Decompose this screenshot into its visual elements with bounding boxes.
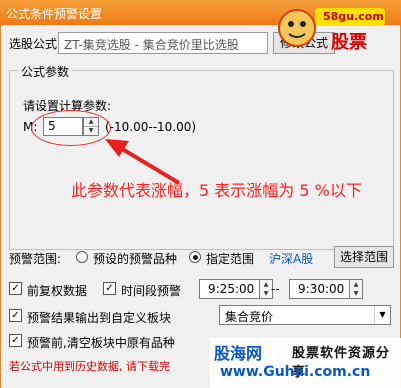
- market-label: 沪深A股: [269, 252, 314, 266]
- window-title: 公式条件预警设置: [6, 7, 103, 21]
- watermark-url: www.Guhai.com.cn: [220, 364, 371, 380]
- radio-custom[interactable]: [189, 251, 201, 263]
- chevron-down-icon[interactable]: ▼: [374, 306, 390, 324]
- export-block-label: 预警结果输出到自定义板块: [27, 311, 172, 325]
- radio-preset-label[interactable]: 预设的预警品种: [93, 250, 177, 267]
- time-window-checkbox[interactable]: ✓: [103, 282, 116, 295]
- param-input[interactable]: 5: [43, 117, 83, 136]
- logo: 58gu.com 股票: [275, 2, 393, 54]
- range-label: 预警范围:: [9, 252, 62, 266]
- export-block-checkbox[interactable]: ✓: [9, 309, 22, 322]
- time-window-label: 时间段预警: [121, 284, 182, 298]
- time-separator: --: [271, 282, 280, 296]
- footer-warning: 若公式中用到历史数据, 请下载完: [9, 360, 170, 373]
- select-range-button[interactable]: 选择范围: [334, 246, 394, 268]
- watermark-brand: 股海网: [214, 344, 263, 363]
- spin-up-icon[interactable]: ▲: [84, 118, 98, 127]
- watermark: 股海网 股票软件资源分享 www.Guhai.com.cn: [210, 338, 401, 388]
- time-end-spinner[interactable]: ▲ ▼: [349, 279, 363, 299]
- block-select-value: 集合竞价: [225, 310, 274, 324]
- clear-block-label: 预警前,清空板块中原有品种: [27, 336, 175, 350]
- block-select[interactable]: 集合竞价 ▼: [219, 305, 391, 325]
- radio-preset[interactable]: [76, 251, 88, 263]
- param-range: (-10.00--10.00): [105, 120, 197, 134]
- radio-custom-label[interactable]: 指定范围: [206, 250, 254, 267]
- param-group-title: 公式参数: [18, 63, 73, 80]
- logo-site: 58gu.com: [323, 10, 384, 23]
- formula-label: 选股公式: [9, 37, 58, 51]
- clear-block-checkbox[interactable]: ✓: [9, 334, 22, 347]
- formula-value: ZT-集竞选股 - 集合竞价里比选股: [64, 38, 239, 52]
- annotation-text: 此参数代表涨幅，5 表示涨幅为 5 %以下: [71, 181, 362, 200]
- formula-select[interactable]: ZT-集竞选股 - 集合竞价里比选股: [58, 32, 268, 54]
- param-spinner[interactable]: ▲ ▼: [83, 117, 99, 136]
- prev-adj-checkbox[interactable]: ✓: [9, 282, 22, 295]
- logo-text: 股票: [331, 32, 367, 53]
- prev-adj-label: 前复权数据: [27, 284, 88, 298]
- dialog-body: 选股公式 ZT-集竞选股 - 集合竞价里比选股 修改公式 公式参数 请设置计算参…: [0, 25, 401, 388]
- spin-down-icon[interactable]: ▼: [84, 127, 98, 136]
